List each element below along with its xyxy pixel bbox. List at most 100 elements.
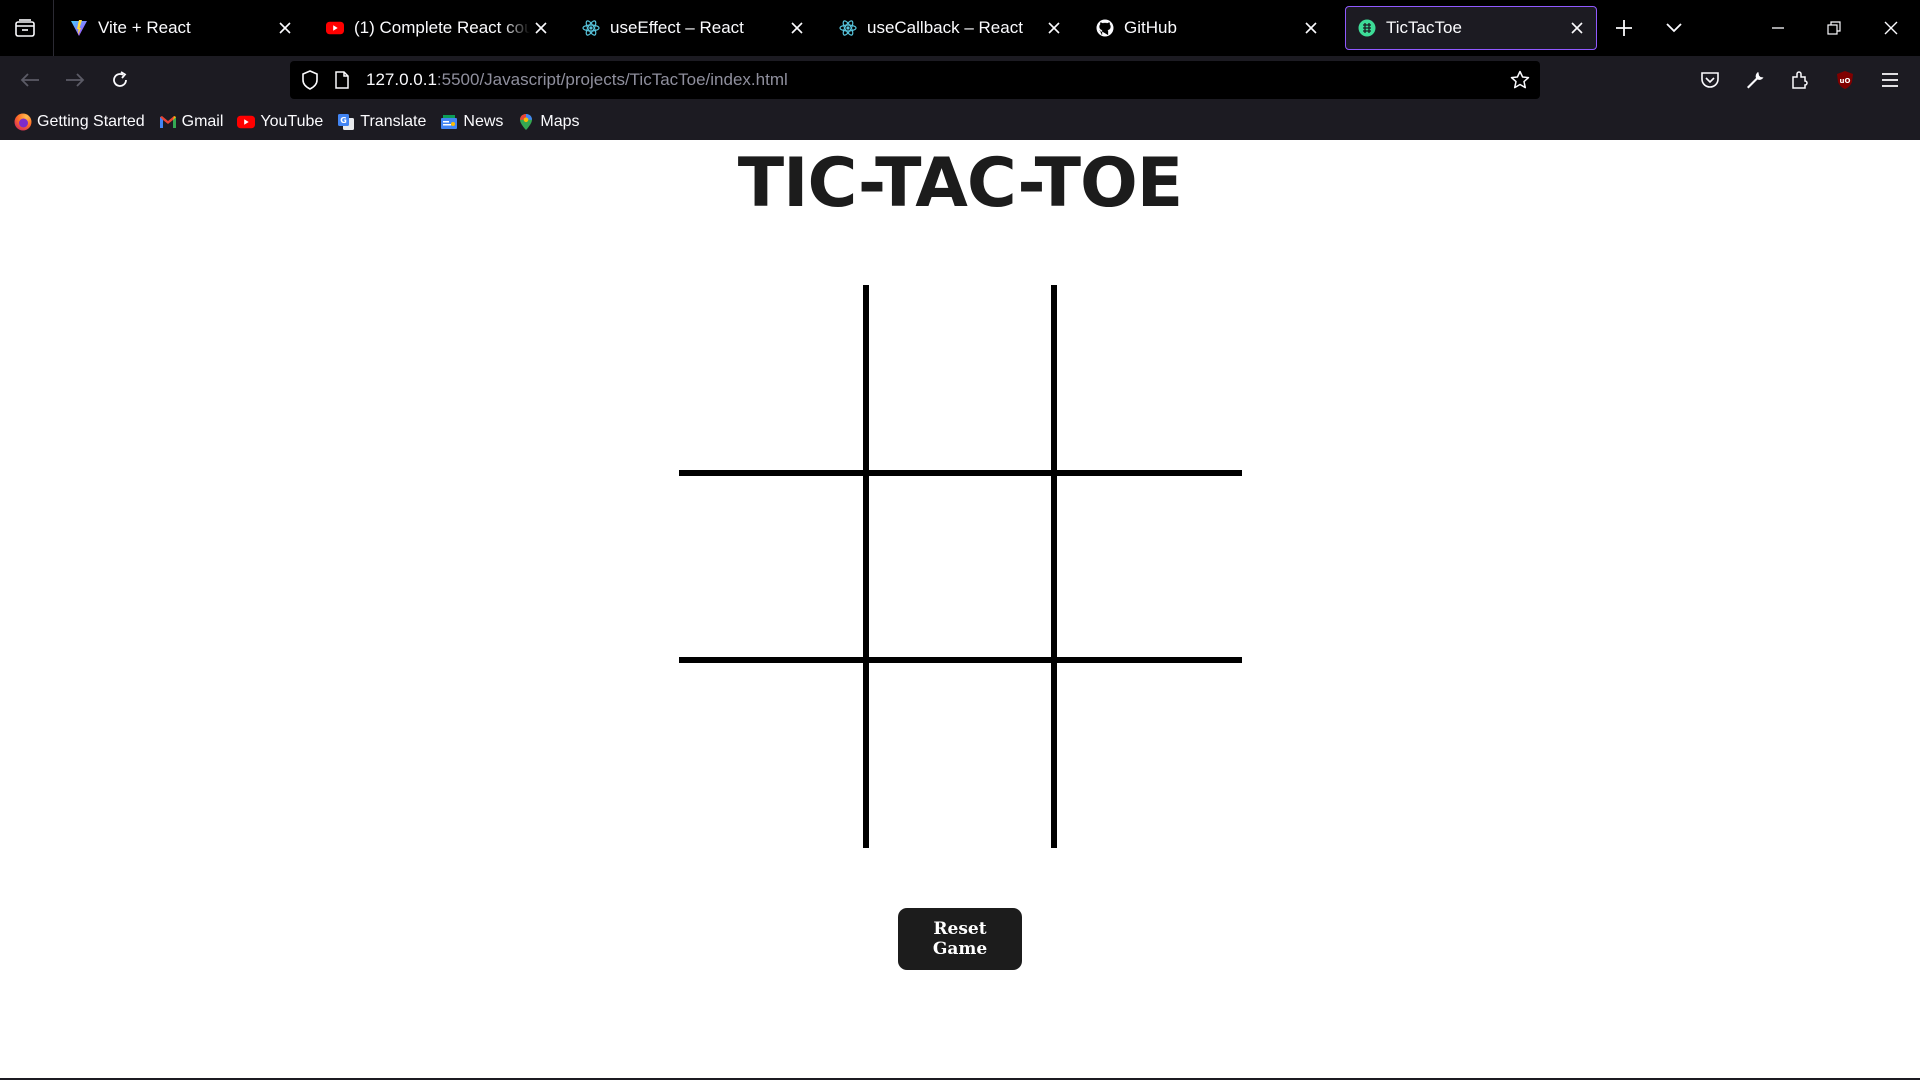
ublock-origin-icon: uO [1837,71,1853,89]
developer-tools-button[interactable] [1738,64,1772,96]
board-grid-line [1051,285,1057,848]
plus-icon [1616,20,1632,36]
new-tab-button[interactable] [1609,14,1639,42]
browser-window: Vite + React (1) Complete React course [0,0,1920,1080]
github-icon [1096,19,1114,37]
board-cell[interactable] [679,285,866,472]
bookmark-getting-started[interactable]: Getting Started [14,108,145,136]
board-cell[interactable] [679,473,866,660]
shield-icon[interactable] [300,70,320,90]
tab-title: useEffect – React [610,18,744,37]
close-icon [1884,21,1898,35]
tab-vite-react[interactable]: Vite + React [58,6,304,50]
tab-usecallback-react[interactable]: useCallback – React [827,6,1073,50]
bookmark-youtube[interactable]: YouTube [237,108,323,136]
minimize-button[interactable] [1763,14,1793,42]
maps-icon [517,113,535,131]
svg-text:uO: uO [1840,77,1851,85]
news-icon [440,113,458,131]
address-bar[interactable]: 127.0.0.1:5500/Javascript/projects/TicTa… [290,61,1540,99]
page-content: TIC-TAC-TOE Reset Game [0,140,1920,1078]
react-icon [582,19,600,37]
translate-icon: G [337,113,355,131]
pocket-icon [1701,72,1719,88]
tab-title: TicTacToe [1386,18,1462,37]
board-grid-line [863,285,869,848]
bookmark-label: Getting Started [37,113,145,130]
ublock-origin-button[interactable]: uO [1828,64,1862,96]
svg-text:G: G [340,116,347,125]
youtube-icon [326,19,344,37]
close-window-button[interactable] [1876,14,1906,42]
puzzle-icon [1792,71,1808,89]
url-path: :5500/Javascript/projects/TicTacToe/inde… [436,70,788,89]
extensions-button[interactable] [1783,64,1817,96]
app-menu-button[interactable] [1873,64,1907,96]
live-server-icon [1358,19,1376,37]
tabstrip-divider [53,0,54,56]
restore-icon [1827,21,1841,35]
board-cell[interactable] [1055,285,1242,472]
chevron-down-icon [1666,23,1682,33]
bookmark-label: Maps [540,113,580,130]
bookmark-gmail[interactable]: Gmail [159,108,224,136]
youtube-icon [237,113,256,131]
firefox-icon [14,113,32,131]
board-cell[interactable] [1055,661,1242,848]
tab-github[interactable]: GitHub [1084,6,1330,50]
board-cell[interactable] [867,473,1054,660]
gmail-icon [159,113,177,131]
navigation-toolbar: 127.0.0.1:5500/Javascript/projects/TicTa… [0,56,1920,104]
bookmarks-toolbar: Getting Started Gmail YouTube G Translat… [0,104,1920,140]
url-text[interactable]: 127.0.0.1:5500/Javascript/projects/TicTa… [366,61,788,99]
tab-tictactoe[interactable]: TicTacToe [1345,6,1597,50]
bookmark-translate[interactable]: G Translate [337,108,426,136]
tab-youtube-react-course[interactable]: (1) Complete React course [314,6,560,50]
board-cell[interactable] [867,285,1054,472]
tab-strip: Vite + React (1) Complete React course [0,0,1920,56]
board-grid-line [679,657,1242,663]
close-tab-icon[interactable] [1043,17,1065,39]
close-tab-icon[interactable] [786,17,808,39]
tab-title: useCallback – React [867,18,1023,37]
url-host: 127.0.0.1 [366,70,437,89]
close-tab-icon[interactable] [1566,17,1588,39]
firefox-view-icon [15,19,35,37]
tab-title: (1) Complete React course [354,18,530,37]
bookmark-label: News [463,113,504,130]
list-all-tabs-button[interactable] [1659,14,1689,42]
reset-game-button[interactable]: Reset Game [898,908,1022,970]
reload-icon [113,71,127,87]
back-button[interactable] [13,64,47,96]
restore-button[interactable] [1819,14,1849,42]
bookmark-maps[interactable]: Maps [517,108,580,136]
page-info-icon[interactable] [332,70,352,90]
board-cell[interactable] [679,661,866,848]
firefox-view-button[interactable] [10,14,40,42]
back-arrow-icon [20,73,39,87]
board-cell[interactable] [1055,473,1242,660]
board-cell[interactable] [867,661,1054,848]
game-board [679,285,1242,848]
close-tab-icon[interactable] [530,17,552,39]
vite-icon [70,19,88,37]
reload-button[interactable] [103,64,137,96]
close-tab-icon[interactable] [1300,17,1322,39]
react-icon [839,19,857,37]
minimize-icon [1772,27,1784,29]
pocket-button[interactable] [1693,64,1727,96]
page-title: TIC-TAC-TOE [737,144,1183,223]
bookmark-label: YouTube [260,113,324,130]
close-tab-icon[interactable] [274,17,296,39]
tab-title: Vite + React [98,18,191,37]
tab-title: GitHub [1124,18,1177,37]
bookmark-news[interactable]: News [440,108,503,136]
forward-button[interactable] [58,64,92,96]
bookmark-label: Gmail [181,113,224,130]
forward-arrow-icon [66,73,85,87]
hamburger-menu-icon [1882,73,1898,87]
tab-useeffect-react[interactable]: useEffect – React [570,6,816,50]
bookmark-label: Translate [360,113,427,130]
bookmark-star-icon[interactable] [1510,70,1530,90]
board-grid-line [679,470,1242,476]
